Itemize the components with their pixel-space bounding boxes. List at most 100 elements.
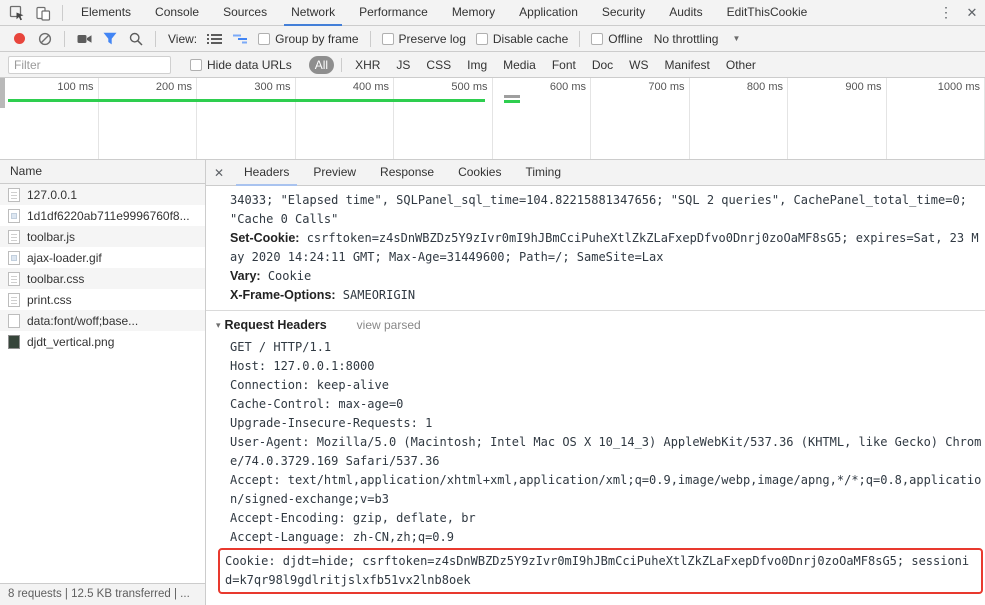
request-name: ajax-loader.gif xyxy=(27,250,102,265)
network-toolbar: View: Group by frame Preserve log Disabl… xyxy=(0,26,985,52)
filter-type-all[interactable]: All xyxy=(308,55,335,74)
record-icon[interactable] xyxy=(6,27,32,51)
view-parsed-link[interactable]: view parsed xyxy=(357,316,421,335)
tab-application[interactable]: Application xyxy=(512,0,585,26)
overview-scrollbar[interactable] xyxy=(0,78,5,108)
list-view-icon[interactable] xyxy=(201,27,227,51)
divider xyxy=(341,57,343,72)
response-text-line: 34033; "Elapsed time", SQLPanel_sql_time… xyxy=(230,193,967,226)
raw-header-line: Accept: text/html,application/xhtml+xml,… xyxy=(230,473,982,506)
response-header-line: X-Frame-Options: SAMEORIGIN xyxy=(230,286,985,305)
details-tab-preview[interactable]: Preview xyxy=(305,160,364,186)
disable-cache-checkbox[interactable]: Disable cache xyxy=(475,31,569,46)
filter-type-css[interactable]: CSS xyxy=(420,56,457,74)
waterfall-view-icon[interactable] xyxy=(227,27,253,51)
request-headers-section-header[interactable]: ▾ Request Headers view parsed xyxy=(216,315,985,336)
disclosure-triangle-icon[interactable]: ▾ xyxy=(216,316,221,335)
document-icon xyxy=(8,187,20,202)
tab-console[interactable]: Console xyxy=(148,0,206,26)
filter-type-other[interactable]: Other xyxy=(720,56,762,74)
image-icon xyxy=(8,208,20,223)
inspect-element-icon[interactable] xyxy=(4,1,30,25)
tab-security[interactable]: Security xyxy=(595,0,652,26)
details-tabs: Headers Preview Response Cookies Timing xyxy=(232,160,573,186)
tab-memory[interactable]: Memory xyxy=(445,0,502,26)
request-name: toolbar.js xyxy=(27,229,76,244)
overview-request-bars xyxy=(504,95,520,103)
filter-type-doc[interactable]: Doc xyxy=(586,56,619,74)
load-event-line xyxy=(8,99,485,102)
filter-icon[interactable] xyxy=(97,27,123,51)
timeline-tick: 700 ms xyxy=(591,78,690,159)
throttling-select[interactable]: No throttling xyxy=(654,32,719,46)
request-row[interactable]: djdt_vertical.png xyxy=(0,331,205,352)
raw-request-headers: GET / HTTP/1.1 Host: 127.0.0.1:8000 Connec… xyxy=(230,338,985,547)
request-row[interactable]: ajax-loader.gif xyxy=(0,247,205,268)
hide-data-urls-checkbox[interactable]: Hide data URLs xyxy=(190,58,292,72)
request-name: djdt_vertical.png xyxy=(27,334,115,349)
file-icon xyxy=(8,313,20,328)
filter-type-img[interactable]: Img xyxy=(461,56,493,74)
image-icon xyxy=(8,334,20,349)
tab-sources[interactable]: Sources xyxy=(216,0,274,26)
request-row[interactable]: print.css xyxy=(0,289,205,310)
details-tab-timing[interactable]: Timing xyxy=(517,160,569,186)
checkbox[interactable] xyxy=(258,32,271,45)
request-row[interactable]: 127.0.0.1 xyxy=(0,184,205,205)
filter-type-js[interactable]: JS xyxy=(390,56,416,74)
requests-sidebar: Name 127.0.0.1 1d1df6220ab711e9996760f8..… xyxy=(0,160,206,605)
checkbox[interactable] xyxy=(591,32,604,45)
checkbox[interactable] xyxy=(381,32,394,45)
offline-checkbox[interactable]: Offline xyxy=(591,32,643,46)
filter-type-ws[interactable]: WS xyxy=(623,56,654,74)
request-row[interactable]: toolbar.css xyxy=(0,268,205,289)
document-icon xyxy=(8,271,20,286)
response-headers-tail: 34033; "Elapsed time", SQLPanel_sql_time… xyxy=(230,191,985,305)
details-tab-response[interactable]: Response xyxy=(372,160,442,186)
request-row[interactable]: 1d1df6220ab711e9996760f8... xyxy=(0,205,205,226)
image-icon xyxy=(8,250,20,265)
close-details-icon[interactable]: ✕ xyxy=(206,160,232,185)
filter-type-media[interactable]: Media xyxy=(497,56,542,74)
tab-audits[interactable]: Audits xyxy=(662,0,709,26)
header-name: Vary: xyxy=(230,269,261,283)
tab-elements[interactable]: Elements xyxy=(74,0,138,26)
throttling-dropdown-arrow-icon[interactable]: ▼ xyxy=(732,34,740,43)
divider xyxy=(64,30,65,47)
tab-performance[interactable]: Performance xyxy=(352,0,435,26)
header-name: X-Frame-Options: xyxy=(230,288,336,302)
view-label: View: xyxy=(168,31,198,46)
details-tab-headers[interactable]: Headers xyxy=(236,160,298,186)
tab-network[interactable]: Network xyxy=(284,0,343,26)
checkbox[interactable] xyxy=(475,32,488,45)
cookie-highlight-box: Cookie: djdt=hide; csrftoken=z4sDnWBZDz5… xyxy=(218,548,983,594)
request-row[interactable]: data:font/woff;base... xyxy=(0,310,205,331)
clear-icon[interactable] xyxy=(32,27,58,51)
header-value: Cookie xyxy=(267,269,312,283)
checkbox[interactable] xyxy=(190,58,202,71)
tab-editthiscookie[interactable]: EditThisCookie xyxy=(720,0,815,26)
divider xyxy=(369,30,371,47)
filter-type-font[interactable]: Font xyxy=(546,56,582,74)
device-toolbar-icon[interactable] xyxy=(30,1,56,25)
search-icon[interactable] xyxy=(123,27,149,51)
close-devtools-icon[interactable]: ✕ xyxy=(959,1,985,25)
details-tab-cookies[interactable]: Cookies xyxy=(450,160,509,186)
request-row[interactable]: toolbar.js xyxy=(0,226,205,247)
filter-input[interactable] xyxy=(8,55,171,74)
group-by-frame-checkbox[interactable]: Group by frame xyxy=(258,32,359,46)
panel-tabs: Elements Console Sources Network Performance… xyxy=(69,0,819,26)
request-name: toolbar.css xyxy=(27,271,85,286)
requests-list: 127.0.0.1 1d1df6220ab711e9996760f8... tool… xyxy=(0,184,205,583)
name-column-header[interactable]: Name xyxy=(0,160,205,184)
timeline-tick: 800 ms xyxy=(690,78,788,159)
screenshot-icon[interactable] xyxy=(71,27,97,51)
network-overview[interactable]: 100 ms 200 ms 300 ms 400 ms 500 ms 600 ms 700 … xyxy=(0,78,985,160)
disable-cache-label: Disable cache xyxy=(492,31,569,46)
timeline-tick: 600 ms xyxy=(493,78,591,159)
preserve-log-checkbox[interactable]: Preserve log xyxy=(381,32,466,46)
menu-icon[interactable]: ⋮ xyxy=(933,1,959,25)
filter-type-xhr[interactable]: XHR xyxy=(349,56,386,74)
divider xyxy=(579,30,581,47)
filter-type-manifest[interactable]: Manifest xyxy=(659,56,716,74)
